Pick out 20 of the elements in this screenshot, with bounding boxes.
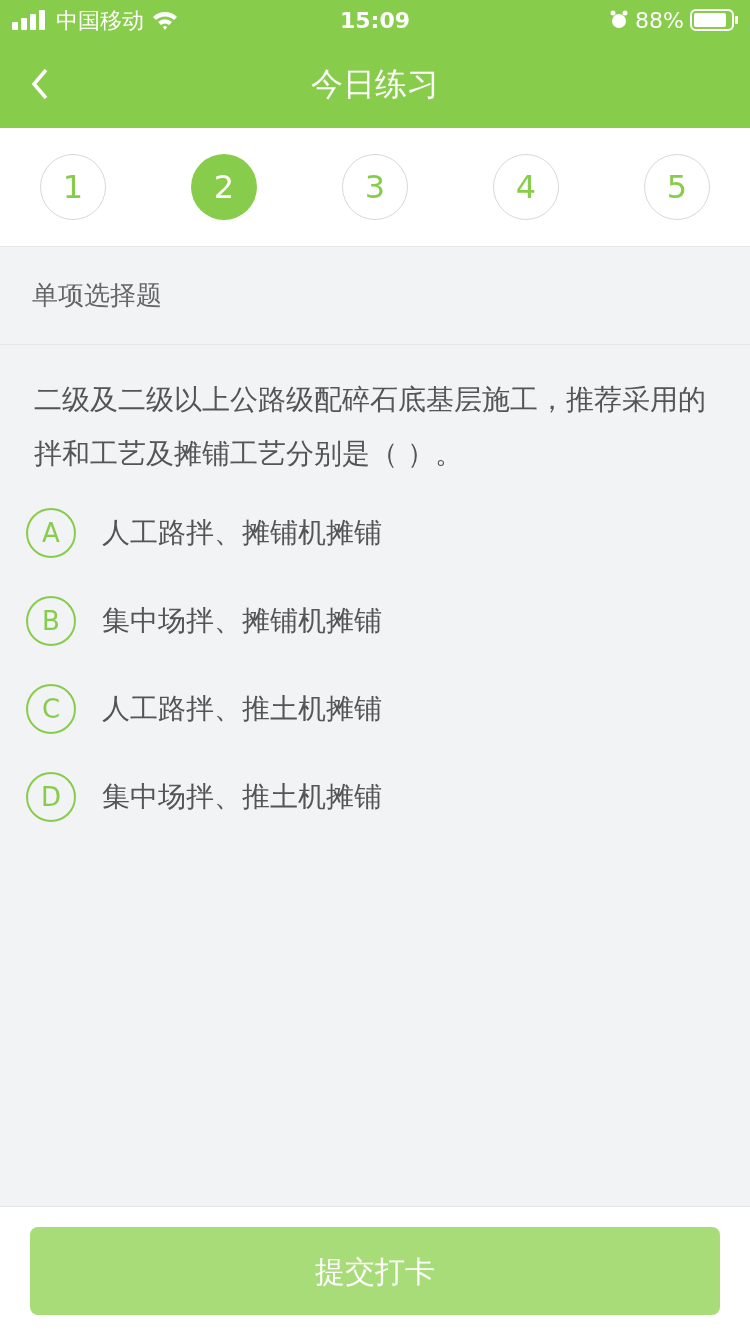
answer-option[interactable]: A 人工路拌、摊铺机摊铺: [0, 489, 750, 577]
answer-option[interactable]: D 集中场拌、推土机摊铺: [0, 753, 750, 841]
answer-option[interactable]: B 集中场拌、摊铺机摊铺: [0, 577, 750, 665]
signal-icon: [12, 10, 48, 30]
alarm-icon: [609, 10, 630, 30]
clock-time: 15:09: [340, 6, 410, 35]
question-number-tab[interactable]: 1: [40, 154, 106, 220]
battery-icon: [690, 9, 738, 31]
back-icon: [31, 68, 49, 100]
page-title: 今日练习: [311, 64, 439, 105]
question-number-tab[interactable]: 2: [191, 154, 257, 220]
question-number-tab[interactable]: 3: [342, 154, 408, 220]
wifi-icon: [152, 10, 178, 30]
answer-option[interactable]: C 人工路拌、推土机摊铺: [0, 665, 750, 753]
question-number-tab[interactable]: 5: [644, 154, 710, 220]
question-type: 单项选择题: [32, 279, 162, 312]
carrier-name: 中国移动: [56, 6, 144, 35]
question-text: 二级及二级以上公路级配碎石底基层施工，推荐采用的拌和工艺及摊铺工艺分别是（ ）。: [33, 382, 707, 472]
battery-percent: 88%: [635, 6, 684, 35]
question-number-tab[interactable]: 4: [493, 154, 559, 220]
